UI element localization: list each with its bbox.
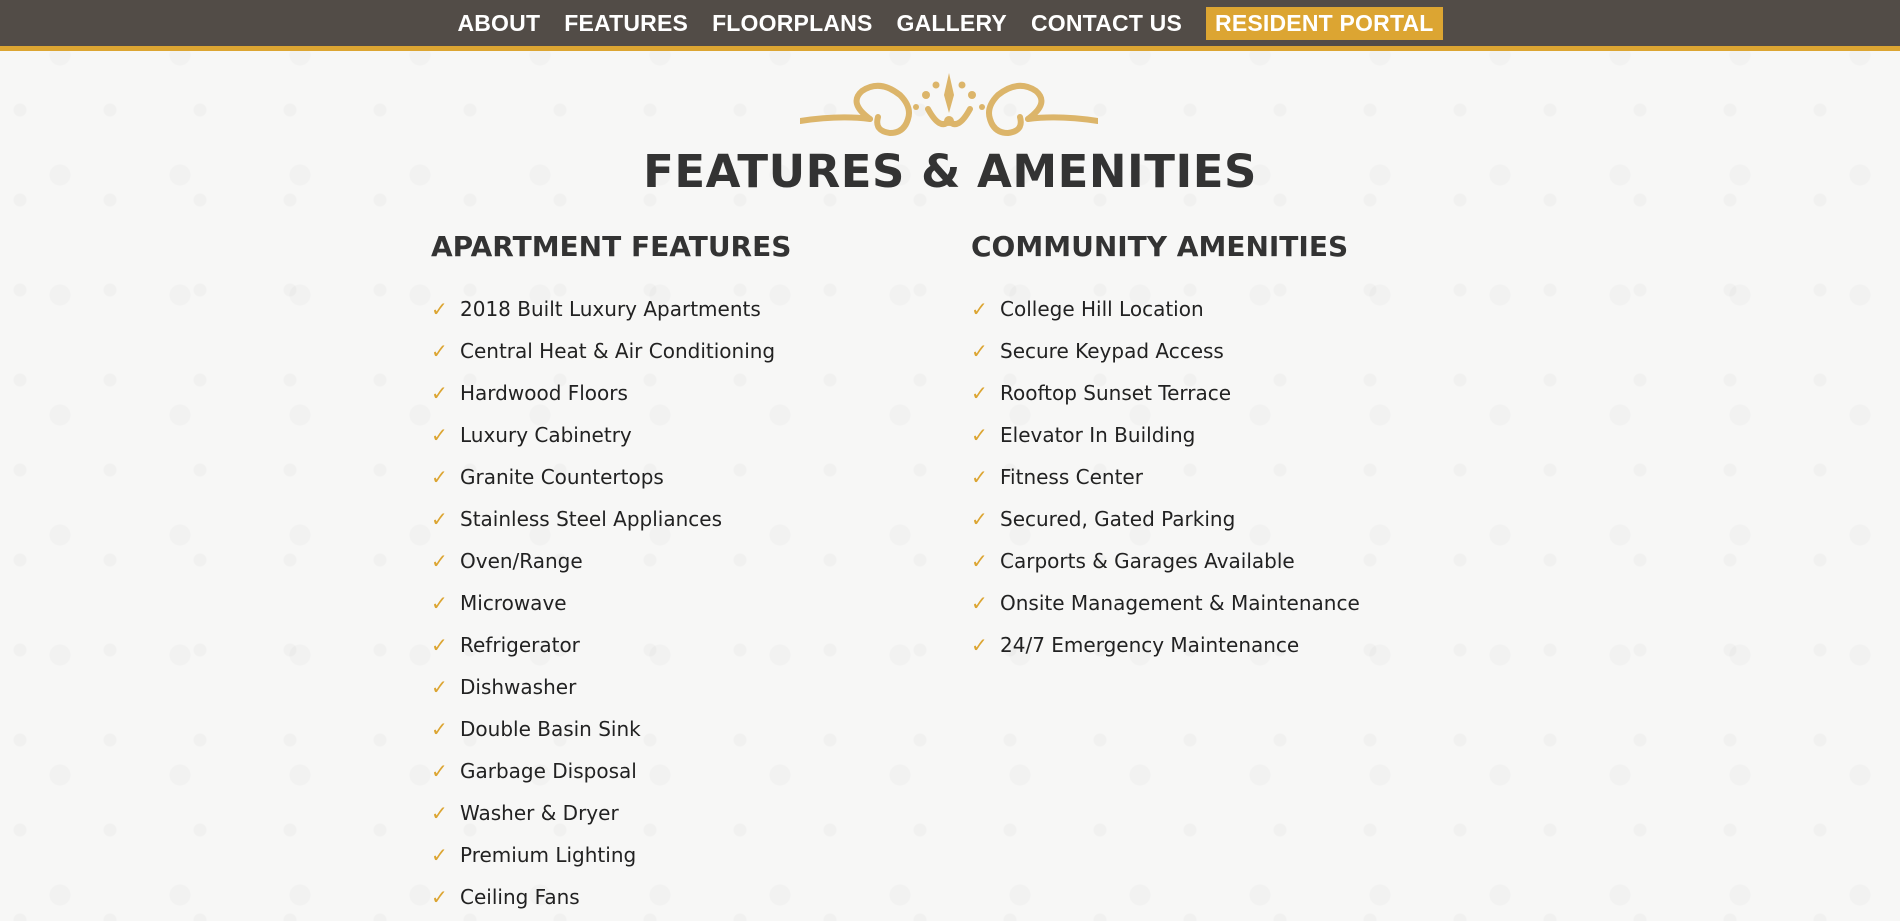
list-item-label: Ceiling Fans [460, 885, 580, 909]
list-item-label: Oven/Range [460, 549, 583, 573]
list-item: ✓ Secure Keypad Access [971, 330, 1360, 372]
list-item: ✓ Elevator In Building [971, 414, 1360, 456]
checkmark-icon: ✓ [431, 885, 448, 909]
nav-link-about[interactable]: ABOUT [457, 10, 540, 37]
list-item: ✓ Dishwasher [431, 666, 791, 708]
list-item: ✓ College Hill Location [971, 288, 1360, 330]
list-item: ✓ Carports & Garages Available [971, 540, 1360, 582]
nav-link-contact-us[interactable]: CONTACT US [1031, 10, 1182, 37]
list-item-label: Granite Countertops [460, 465, 664, 489]
list-item: ✓ Secured, Gated Parking [971, 498, 1360, 540]
list-item: ✓ Onsite Management & Maintenance [971, 582, 1360, 624]
list-item: ✓ Garbage Disposal [431, 750, 791, 792]
list-item: ✓ Stainless Steel Appliances [431, 498, 791, 540]
list-item-label: Washer & Dryer [460, 801, 619, 825]
checkmark-icon: ✓ [431, 591, 448, 615]
checkmark-icon: ✓ [431, 801, 448, 825]
list-item: ✓ 24/7 Emergency Maintenance [971, 624, 1360, 666]
list-item-label: Premium Lighting [460, 843, 637, 867]
list-item: ✓ Microwave [431, 582, 791, 624]
list-item: ✓ Ceiling Fans [431, 876, 791, 918]
apartment-features-list: ✓ 2018 Built Luxury Apartments ✓ Central He… [431, 288, 791, 918]
list-item: ✓ 2018 Built Luxury Apartments [431, 288, 791, 330]
list-item-label: Secure Keypad Access [1000, 339, 1224, 363]
list-item-label: Central Heat & Air Conditioning [460, 339, 776, 363]
list-item: ✓ Refrigerator [431, 624, 791, 666]
list-item-label: Elevator In Building [1000, 423, 1196, 447]
community-amenities-heading: COMMUNITY AMENITIES [971, 230, 1349, 263]
checkmark-icon: ✓ [431, 675, 448, 699]
checkmark-icon: ✓ [431, 843, 448, 867]
list-item-label: Hardwood Floors [460, 381, 628, 405]
list-item: ✓ Fitness Center [971, 456, 1360, 498]
decorative-scroll-ornament-icon [800, 73, 1098, 137]
checkmark-icon: ✓ [971, 591, 988, 615]
checkmark-icon: ✓ [971, 507, 988, 531]
checkmark-icon: ✓ [431, 465, 448, 489]
top-navigation-bar: ABOUT FEATURES FLOORPLANS GALLERY CONTACT US… [0, 0, 1900, 51]
community-amenities-section: COMMUNITY AMENITIES ✓ College Hill Locati… [971, 230, 1360, 666]
checkmark-icon: ✓ [431, 633, 448, 657]
list-item-label: Stainless Steel Appliances [460, 507, 722, 531]
list-item: ✓ Premium Lighting [431, 834, 791, 876]
checkmark-icon: ✓ [431, 297, 448, 321]
list-item: ✓ Hardwood Floors [431, 372, 791, 414]
checkmark-icon: ✓ [971, 297, 988, 321]
list-item-label: Garbage Disposal [460, 759, 637, 783]
apartment-features-heading: APARTMENT FEATURES [431, 230, 792, 263]
list-item: ✓ Washer & Dryer [431, 792, 791, 834]
list-item-label: Double Basin Sink [460, 717, 641, 741]
list-item-label: Secured, Gated Parking [1000, 507, 1236, 531]
checkmark-icon: ✓ [431, 717, 448, 741]
list-item-label: Carports & Garages Available [1000, 549, 1295, 573]
apartment-features-section: APARTMENT FEATURES ✓ 2018 Built Luxury Ap… [431, 230, 791, 918]
list-item: ✓ Luxury Cabinetry [431, 414, 791, 456]
list-item: ✓ Double Basin Sink [431, 708, 791, 750]
list-item: ✓ Oven/Range [431, 540, 791, 582]
list-item-label: Microwave [460, 591, 567, 615]
list-item-label: 2018 Built Luxury Apartments [460, 297, 761, 321]
checkmark-icon: ✓ [971, 549, 988, 573]
checkmark-icon: ✓ [971, 381, 988, 405]
nav-link-floorplans[interactable]: FLOORPLANS [712, 10, 872, 37]
list-item: ✓ Granite Countertops [431, 456, 791, 498]
checkmark-icon: ✓ [971, 339, 988, 363]
list-item: ✓ Rooftop Sunset Terrace [971, 372, 1360, 414]
checkmark-icon: ✓ [431, 381, 448, 405]
list-item-label: Rooftop Sunset Terrace [1000, 381, 1232, 405]
list-item: ✓ Central Heat & Air Conditioning [431, 330, 791, 372]
checkmark-icon: ✓ [431, 339, 448, 363]
checkmark-icon: ✓ [431, 549, 448, 573]
checkmark-icon: ✓ [431, 759, 448, 783]
nav-link-gallery[interactable]: GALLERY [897, 10, 1007, 37]
list-item-label: College Hill Location [1000, 297, 1204, 321]
list-item-label: Onsite Management & Maintenance [1000, 591, 1360, 615]
nav-link-features[interactable]: FEATURES [564, 10, 688, 37]
checkmark-icon: ✓ [971, 423, 988, 447]
page-title: FEATURES & AMENITIES [643, 145, 1257, 198]
checkmark-icon: ✓ [971, 633, 988, 657]
community-amenities-list: ✓ College Hill Location ✓ Secure Keypad Acc… [971, 288, 1360, 666]
list-item-label: Refrigerator [460, 633, 580, 657]
list-item-label: Fitness Center [1000, 465, 1143, 489]
list-item-label: Luxury Cabinetry [460, 423, 632, 447]
checkmark-icon: ✓ [971, 465, 988, 489]
list-item-label: 24/7 Emergency Maintenance [1000, 633, 1300, 657]
nav-menu: ABOUT FEATURES FLOORPLANS GALLERY CONTACT US… [0, 0, 1900, 46]
checkmark-icon: ✓ [431, 423, 448, 447]
checkmark-icon: ✓ [431, 507, 448, 531]
nav-link-resident-portal[interactable]: RESIDENT PORTAL [1206, 6, 1443, 40]
list-item-label: Dishwasher [460, 675, 577, 699]
